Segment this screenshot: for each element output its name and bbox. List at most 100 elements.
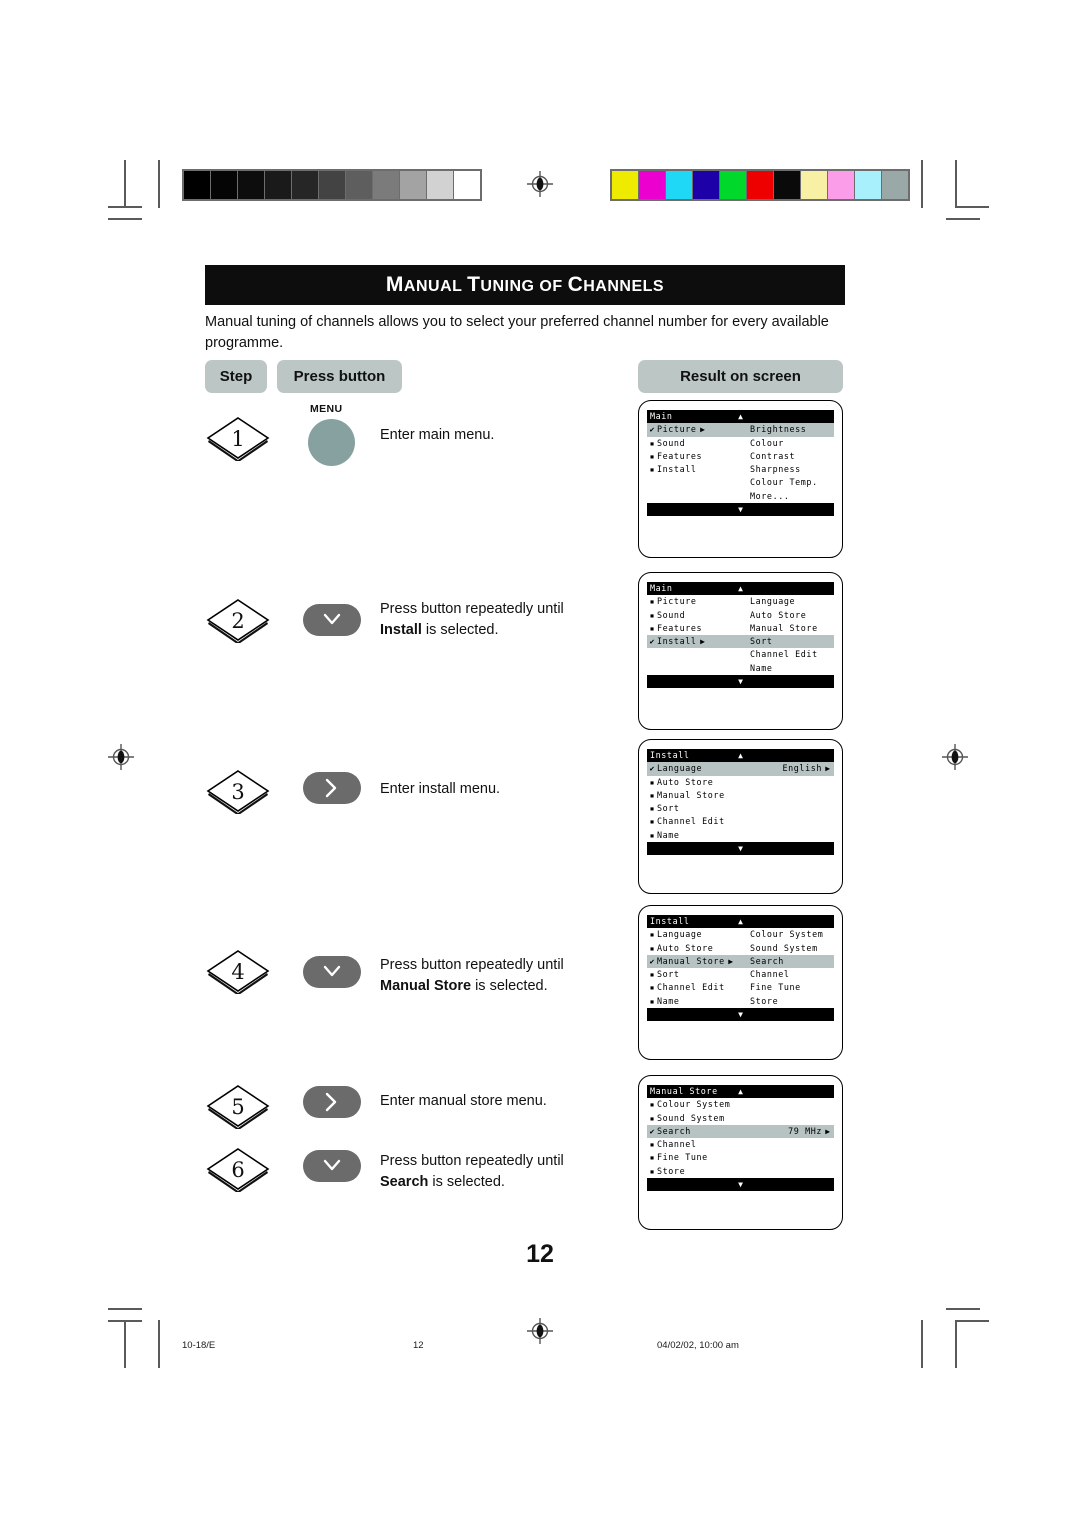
- tv-screen-2: ▲ Main ▪ Picture Language ▪ Sound Auto Store ▪ Fe…: [638, 572, 843, 730]
- osd-right-cell[interactable]: Channel: [750, 968, 834, 981]
- osd-right-cell[interactable]: Channel Edit: [750, 648, 834, 661]
- osd-right-cell[interactable]: Name: [750, 662, 834, 675]
- osd-left-cell[interactable]: ▪ Name: [647, 829, 750, 842]
- osd-right-cell[interactable]: Brightness: [750, 423, 834, 436]
- osd-row[interactable]: ✔ Picture ▶ Brightness: [647, 423, 834, 437]
- footer-right: 04/02/02, 10:00 am: [657, 1340, 739, 1351]
- step-text-prefix: Press button repeatedly until: [380, 1153, 564, 1169]
- osd-right-cell[interactable]: Auto Store: [750, 609, 834, 622]
- osd-row[interactable]: ▪ Name Store: [647, 995, 834, 1008]
- osd-left-cell[interactable]: ▪ Language: [647, 928, 750, 941]
- osd-row[interactable]: ▪ Channel Edit Fine Tune: [647, 981, 834, 994]
- osd-row[interactable]: ▪ Sort Channel: [647, 968, 834, 981]
- right-arrow-button[interactable]: [303, 772, 361, 804]
- color-swatch-4: [720, 171, 746, 199]
- osd-row[interactable]: ▪ Sort: [647, 802, 834, 815]
- menu-button[interactable]: [308, 419, 355, 466]
- osd-row[interactable]: ▪ Features Manual Store: [647, 622, 834, 635]
- osd-right-cell[interactable]: Colour Temp.: [750, 476, 834, 489]
- osd-row[interactable]: ▪ Sound Colour: [647, 437, 834, 450]
- osd-left-cell[interactable]: ✔ Manual Store ▶: [647, 955, 750, 968]
- osd-row[interactable]: ▪ Features Contrast: [647, 450, 834, 463]
- osd-row[interactable]: Colour Temp.: [647, 476, 834, 489]
- osd-row[interactable]: ✔ Search 79 MHz ▶: [647, 1124, 834, 1139]
- osd-left-cell[interactable]: ✔ Search: [647, 1125, 750, 1138]
- osd-row[interactable]: Name: [647, 662, 834, 675]
- bullet-icon: ▪: [649, 817, 655, 827]
- osd-left-cell[interactable]: ▪ Fine Tune: [647, 1151, 750, 1164]
- osd-left-cell[interactable]: ▪ Manual Store: [647, 789, 750, 802]
- osd-left-cell[interactable]: ▪ Channel Edit: [647, 981, 750, 994]
- osd-row[interactable]: ✔ Language English ▶: [647, 762, 834, 776]
- osd-left-cell[interactable]: ▪ Channel: [647, 1138, 750, 1151]
- osd-left-cell[interactable]: ▪ Picture: [647, 595, 750, 608]
- arrow-right-icon: ▶: [825, 1126, 831, 1136]
- osd-value-cell[interactable]: 79 MHz ▶: [750, 1125, 834, 1138]
- osd-left-cell[interactable]: ✔ Picture ▶: [647, 423, 750, 436]
- osd-item-label: Install: [657, 636, 697, 647]
- osd-row[interactable]: ▪ Language Colour System: [647, 928, 834, 941]
- down-arrow-button[interactable]: [303, 604, 361, 636]
- osd-left-cell[interactable]: ▪ Features: [647, 622, 750, 635]
- osd-submenu-label: Auto Store: [750, 609, 807, 620]
- osd-right-cell[interactable]: Colour: [750, 437, 834, 450]
- down-arrow-button[interactable]: [303, 956, 361, 988]
- osd-row[interactable]: ▪ Channel Edit: [647, 815, 834, 828]
- osd-left-cell[interactable]: ▪ Auto Store: [647, 942, 750, 955]
- osd-right-cell[interactable]: Contrast: [750, 450, 834, 463]
- osd-row[interactable]: ✔ Install ▶ Sort: [647, 635, 834, 649]
- osd-right-cell[interactable]: Sharpness: [750, 463, 834, 476]
- osd-right-cell[interactable]: Search: [750, 955, 834, 968]
- osd-value-cell[interactable]: English ▶: [750, 762, 834, 775]
- osd-item-label: Picture: [657, 424, 697, 435]
- osd-submenu-label: Channel Edit: [750, 649, 818, 660]
- osd-left-cell[interactable]: ▪ Sound: [647, 609, 750, 622]
- osd-right-cell[interactable]: Sound System: [750, 942, 834, 955]
- down-arrow-button[interactable]: [303, 1150, 361, 1182]
- osd-row[interactable]: ▪ Manual Store: [647, 789, 834, 802]
- osd-left-cell[interactable]: ▪ Channel Edit: [647, 815, 750, 828]
- step-instruction-1: Enter main menu.: [380, 425, 640, 446]
- osd-row[interactable]: ▪ Colour System: [647, 1098, 834, 1111]
- osd-left-cell[interactable]: ▪ Name: [647, 995, 750, 1008]
- right-arrow-button[interactable]: [303, 1086, 361, 1118]
- osd-left-cell[interactable]: ▪ Sort: [647, 968, 750, 981]
- grayscale-swatch-4: [292, 171, 318, 199]
- osd-right-cell[interactable]: Language: [750, 595, 834, 608]
- osd-left-cell[interactable]: ▪ Install: [647, 463, 750, 476]
- osd-left-cell[interactable]: ✔ Install ▶: [647, 635, 750, 648]
- osd-row[interactable]: ▪ Sound System: [647, 1112, 834, 1125]
- page-title: MANUAL TUNING OF CHANNELS: [205, 265, 845, 305]
- osd-row[interactable]: More...: [647, 490, 834, 503]
- osd-right-cell[interactable]: Store: [750, 995, 834, 1008]
- osd-row[interactable]: ▪ Store: [647, 1165, 834, 1178]
- osd-left-cell[interactable]: ▪ Features: [647, 450, 750, 463]
- osd-row[interactable]: ▪ Channel: [647, 1138, 834, 1151]
- osd-right-cell[interactable]: Manual Store: [750, 622, 834, 635]
- osd-submenu-label: Colour Temp.: [750, 477, 818, 488]
- osd-row[interactable]: ▪ Install Sharpness: [647, 463, 834, 476]
- osd-right-cell[interactable]: Fine Tune: [750, 981, 834, 994]
- osd-left-cell[interactable]: ▪ Store: [647, 1165, 750, 1178]
- osd-left-cell[interactable]: ▪ Sound System: [647, 1112, 750, 1125]
- osd-left-cell[interactable]: ▪ Colour System: [647, 1098, 750, 1111]
- osd-header-2: ▲ Main: [647, 582, 834, 596]
- osd-row[interactable]: ▪ Name: [647, 829, 834, 842]
- osd-row[interactable]: ▪ Auto Store Sound System: [647, 942, 834, 955]
- color-swatch-7: [801, 171, 827, 199]
- osd-right-cell[interactable]: More...: [750, 490, 834, 503]
- osd-left-cell[interactable]: ▪ Sound: [647, 437, 750, 450]
- osd-left-cell[interactable]: ▪ Auto Store: [647, 776, 750, 789]
- osd-right-cell[interactable]: Sort: [750, 635, 834, 648]
- osd-right-cell[interactable]: Colour System: [750, 928, 834, 941]
- osd-row[interactable]: ▪ Auto Store: [647, 776, 834, 789]
- osd-row[interactable]: ▪ Fine Tune: [647, 1151, 834, 1164]
- osd-left-cell[interactable]: ▪ Sort: [647, 802, 750, 815]
- osd-row[interactable]: ▪ Sound Auto Store: [647, 609, 834, 622]
- crop-mark-bl-v: [124, 1320, 126, 1368]
- osd-row[interactable]: Channel Edit: [647, 648, 834, 661]
- osd-row[interactable]: ✔ Manual Store ▶ Search: [647, 954, 834, 969]
- osd-left-cell[interactable]: ✔ Language: [647, 762, 750, 775]
- osd-item-label: Fine Tune: [657, 1152, 708, 1163]
- osd-row[interactable]: ▪ Picture Language: [647, 595, 834, 608]
